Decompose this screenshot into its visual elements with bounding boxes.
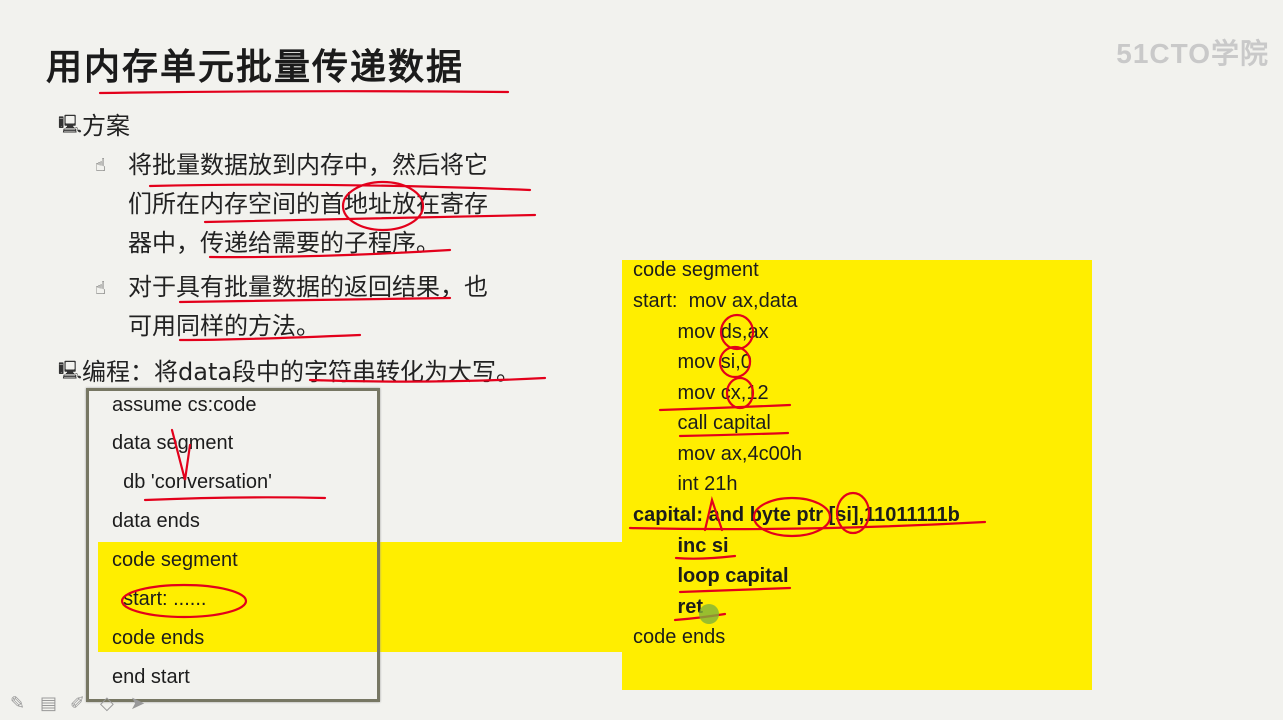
- pointer-tool-icon[interactable]: ➤: [130, 693, 145, 714]
- marker-tool-icon[interactable]: ✐: [70, 693, 85, 714]
- slides-tool-icon[interactable]: ▤: [40, 693, 57, 714]
- pen-tool-icon[interactable]: ✎: [10, 693, 25, 714]
- eraser-tool-icon[interactable]: ◇: [100, 693, 114, 714]
- pen-annotations: [98, 90, 987, 624]
